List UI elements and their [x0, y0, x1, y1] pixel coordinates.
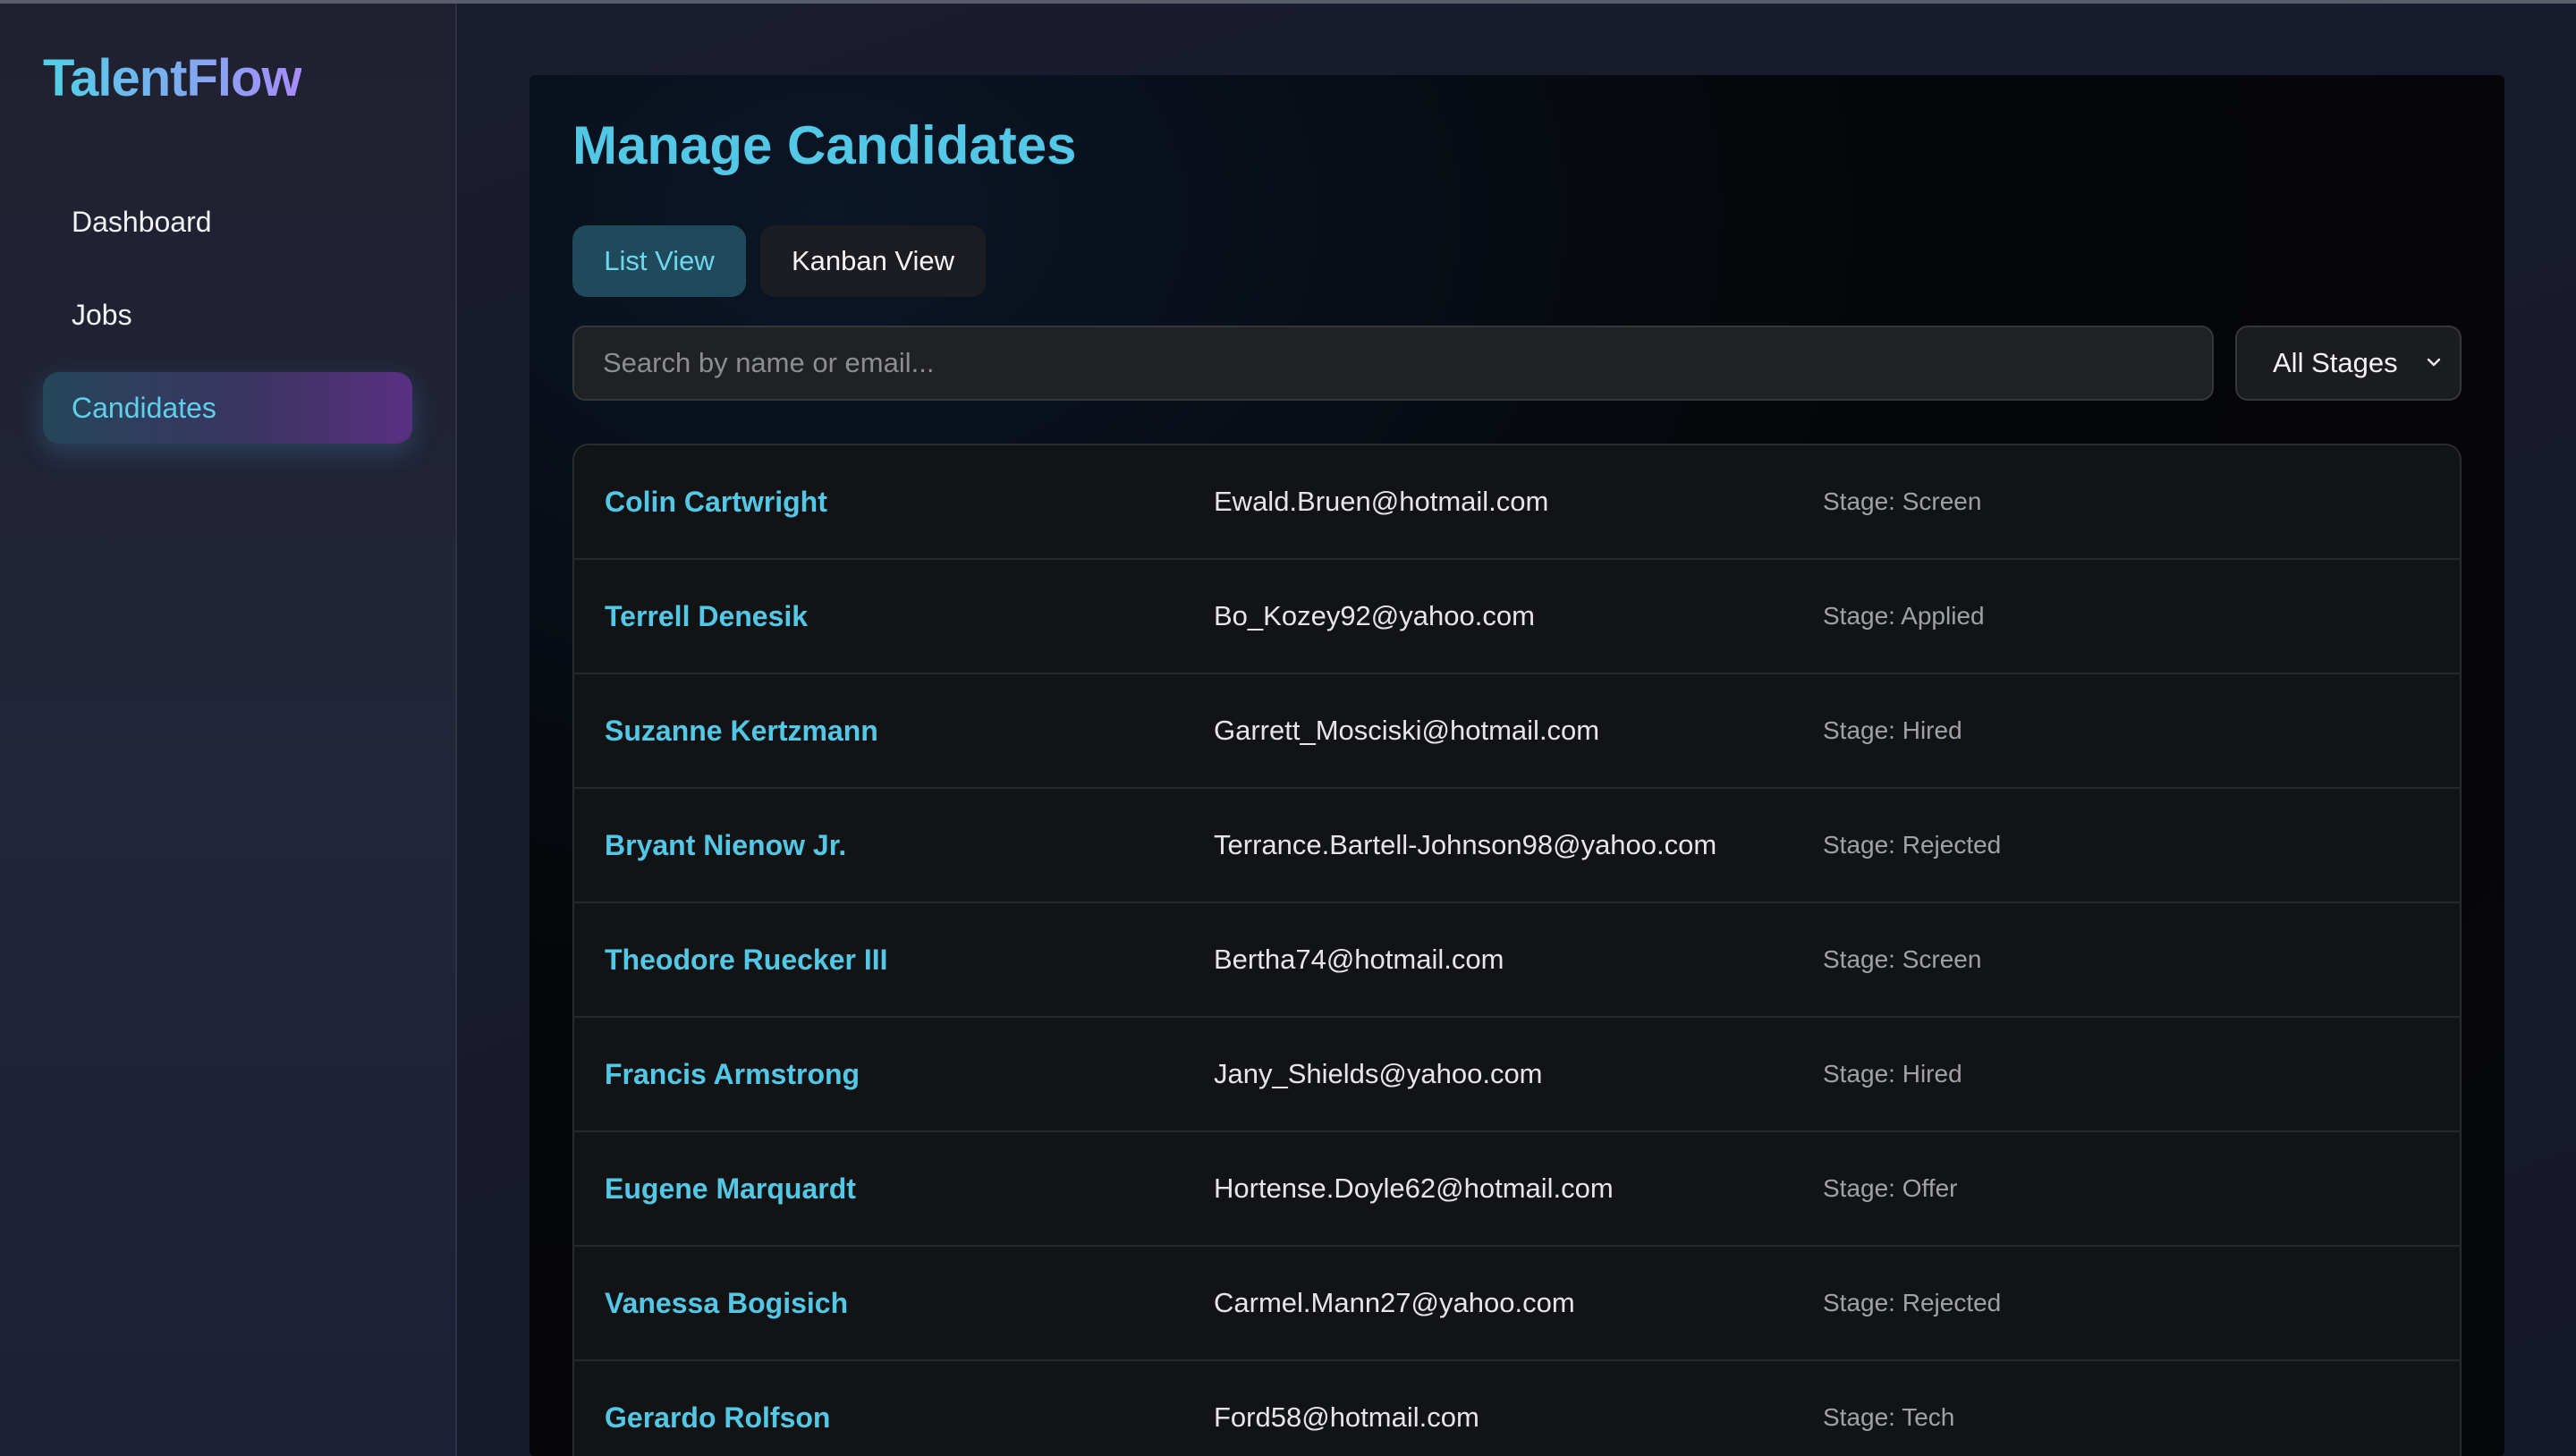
brand-logo[interactable]: TalentFlow [43, 48, 302, 108]
list-item[interactable]: Colin Cartwright Ewald.Bruen@hotmail.com… [574, 445, 2460, 560]
candidate-name-link[interactable]: Colin Cartwright [605, 445, 827, 558]
page-title: Manage Candidates [572, 115, 1077, 175]
candidate-stage: Stage: Tech [1823, 1403, 1955, 1431]
tab-label: List View [604, 245, 715, 276]
candidate-stage: Stage: Screen [1823, 945, 1982, 973]
candidate-email: Garrett_Mosciski@hotmail.com [1214, 715, 1600, 746]
sidebar-item-label: Dashboard [72, 205, 212, 238]
list-item[interactable]: Francis Armstrong Jany_Shields@yahoo.com… [574, 1018, 2460, 1132]
candidate-name-link[interactable]: Terrell Denesik [605, 560, 808, 673]
sidebar: TalentFlow Dashboard Jobs Candidates [0, 4, 457, 1456]
candidate-stage: Stage: Hired [1823, 1060, 1962, 1088]
candidate-stage: Stage: Rejected [1823, 831, 2002, 859]
tab-label: Kanban View [791, 245, 955, 276]
stage-filter-value: All Stages [2273, 347, 2398, 378]
stage-filter-select[interactable]: All Stages [2235, 326, 2462, 401]
sidebar-item-jobs[interactable]: Jobs [43, 279, 412, 351]
candidate-name-link[interactable]: Bryant Nienow Jr. [605, 789, 846, 902]
sidebar-item-candidates[interactable]: Candidates [43, 372, 412, 444]
candidate-email: Bo_Kozey92@yahoo.com [1214, 600, 1535, 631]
sidebar-item-label: Candidates [72, 391, 216, 424]
tab-kanban-view[interactable]: Kanban View [760, 225, 986, 297]
sidebar-item-dashboard[interactable]: Dashboard [43, 186, 412, 258]
candidate-email: Jany_Shields@yahoo.com [1214, 1058, 1543, 1089]
list-item[interactable]: Eugene Marquardt Hortense.Doyle62@hotmai… [574, 1132, 2460, 1247]
candidate-stage: Stage: Applied [1823, 602, 1985, 630]
candidate-name-link[interactable]: Suzanne Kertzmann [605, 674, 878, 787]
candidate-name-link[interactable]: Vanessa Bogisich [605, 1247, 848, 1359]
candidate-email: Terrance.Bartell-Johnson98@yahoo.com [1214, 829, 1717, 860]
list-item[interactable]: Terrell Denesik Bo_Kozey92@yahoo.com Sta… [574, 560, 2460, 674]
list-item[interactable]: Vanessa Bogisich Carmel.Mann27@yahoo.com… [574, 1247, 2460, 1361]
candidate-email: Carmel.Mann27@yahoo.com [1214, 1287, 1575, 1318]
candidate-name-link[interactable]: Francis Armstrong [605, 1018, 860, 1130]
list-item[interactable]: Suzanne Kertzmann Garrett_Mosciski@hotma… [574, 674, 2460, 789]
list-item[interactable]: Theodore Ruecker III Bertha74@hotmail.co… [574, 903, 2460, 1018]
candidate-email: Bertha74@hotmail.com [1214, 944, 1504, 975]
candidate-name-link[interactable]: Gerardo Rolfson [605, 1361, 830, 1456]
candidate-stage: Stage: Hired [1823, 716, 1962, 744]
candidate-email: Hortense.Doyle62@hotmail.com [1214, 1172, 1614, 1204]
candidate-stage: Stage: Rejected [1823, 1289, 2002, 1316]
candidate-stage: Stage: Screen [1823, 487, 1982, 515]
search-input[interactable] [572, 326, 2214, 401]
list-item[interactable]: Gerardo Rolfson Ford58@hotmail.com Stage… [574, 1361, 2460, 1456]
candidate-list: Colin Cartwright Ewald.Bruen@hotmail.com… [572, 444, 2462, 1456]
chevron-down-icon [2427, 358, 2441, 367]
sidebar-item-label: Jobs [72, 298, 132, 331]
candidate-email: Ford58@hotmail.com [1214, 1401, 1479, 1433]
candidate-stage: Stage: Offer [1823, 1174, 1958, 1202]
list-item[interactable]: Bryant Nienow Jr. Terrance.Bartell-Johns… [574, 789, 2460, 903]
app-root: TalentFlow Dashboard Jobs Candidates Man… [0, 0, 2576, 1456]
candidate-name-link[interactable]: Theodore Ruecker III [605, 903, 888, 1016]
candidate-name-link[interactable]: Eugene Marquardt [605, 1132, 856, 1245]
candidate-email: Ewald.Bruen@hotmail.com [1214, 486, 1549, 517]
tab-list-view[interactable]: List View [572, 225, 746, 297]
